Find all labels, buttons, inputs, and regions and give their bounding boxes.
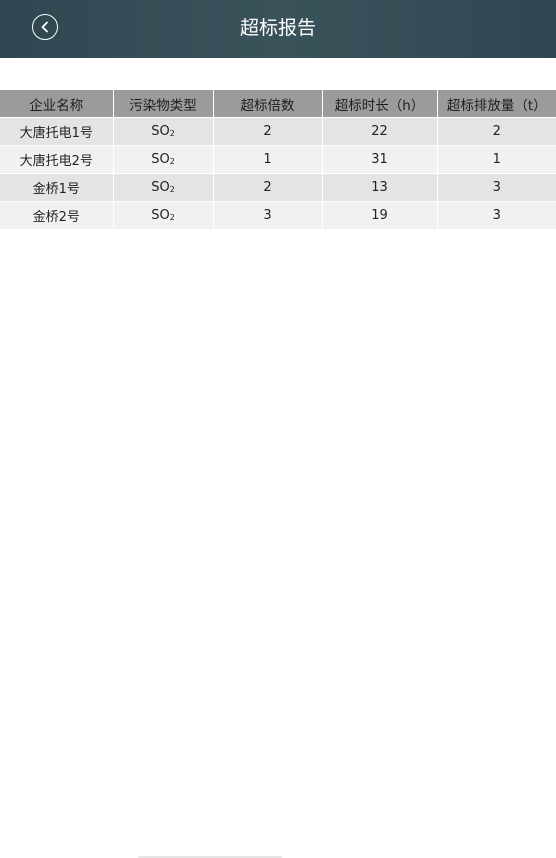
cell-duration: 31: [322, 145, 438, 174]
nav-bar: 超标报告: [0, 0, 556, 58]
pollutant-text: SO: [151, 208, 170, 223]
pollutant-subscript: 2: [169, 185, 175, 194]
cell-amount: 1: [437, 145, 556, 174]
column-header-duration: 超标时长（h）: [322, 90, 438, 118]
table-row[interactable]: 大唐托电1号 SO2 2 22 2: [0, 117, 556, 146]
column-header-company: 企业名称: [0, 90, 114, 118]
cell-pollutant: SO2: [113, 145, 214, 174]
column-header-multiple: 超标倍数: [213, 90, 323, 118]
cell-company: 大唐托电2号: [0, 145, 114, 174]
table-row[interactable]: 金桥2号 SO2 3 19 3: [0, 201, 556, 230]
cell-amount: 2: [437, 117, 556, 146]
cell-pollutant: SO2: [113, 173, 214, 202]
cell-amount: 3: [437, 201, 556, 230]
chevron-left-icon: [41, 21, 48, 33]
cell-company: 大唐托电1号: [0, 117, 114, 146]
column-header-pollutant: 污染物类型: [113, 90, 214, 118]
table-header-row: 企业名称 污染物类型 超标倍数 超标时长（h） 超标排放量（t）: [0, 90, 556, 118]
cell-duration: 19: [322, 201, 438, 230]
exceedance-report-table: 企业名称 污染物类型 超标倍数 超标时长（h） 超标排放量（t） 大唐托电1号 …: [0, 90, 556, 230]
cell-pollutant: SO2: [113, 117, 214, 146]
cell-duration: 22: [322, 117, 438, 146]
table-row[interactable]: 大唐托电2号 SO2 1 31 1: [0, 145, 556, 174]
table-row[interactable]: 金桥1号 SO2 2 13 3: [0, 173, 556, 202]
pollutant-subscript: 2: [169, 157, 175, 166]
cell-multiple: 2: [213, 117, 323, 146]
cell-company: 金桥1号: [0, 173, 114, 202]
pollutant-text: SO: [151, 180, 170, 195]
pollutant-subscript: 2: [169, 129, 175, 138]
page-title: 超标报告: [239, 17, 316, 39]
cell-company: 金桥2号: [0, 201, 114, 230]
pollutant-subscript: 2: [169, 213, 175, 222]
cell-duration: 13: [322, 173, 438, 202]
cell-multiple: 3: [213, 201, 323, 230]
back-button[interactable]: [32, 14, 58, 40]
pollutant-text: SO: [151, 152, 170, 167]
cell-multiple: 2: [213, 173, 323, 202]
cell-pollutant: SO2: [113, 201, 214, 230]
pollutant-text: SO: [151, 124, 170, 139]
column-header-amount: 超标排放量（t）: [437, 90, 556, 118]
cell-multiple: 1: [213, 145, 323, 174]
cell-amount: 3: [437, 173, 556, 202]
